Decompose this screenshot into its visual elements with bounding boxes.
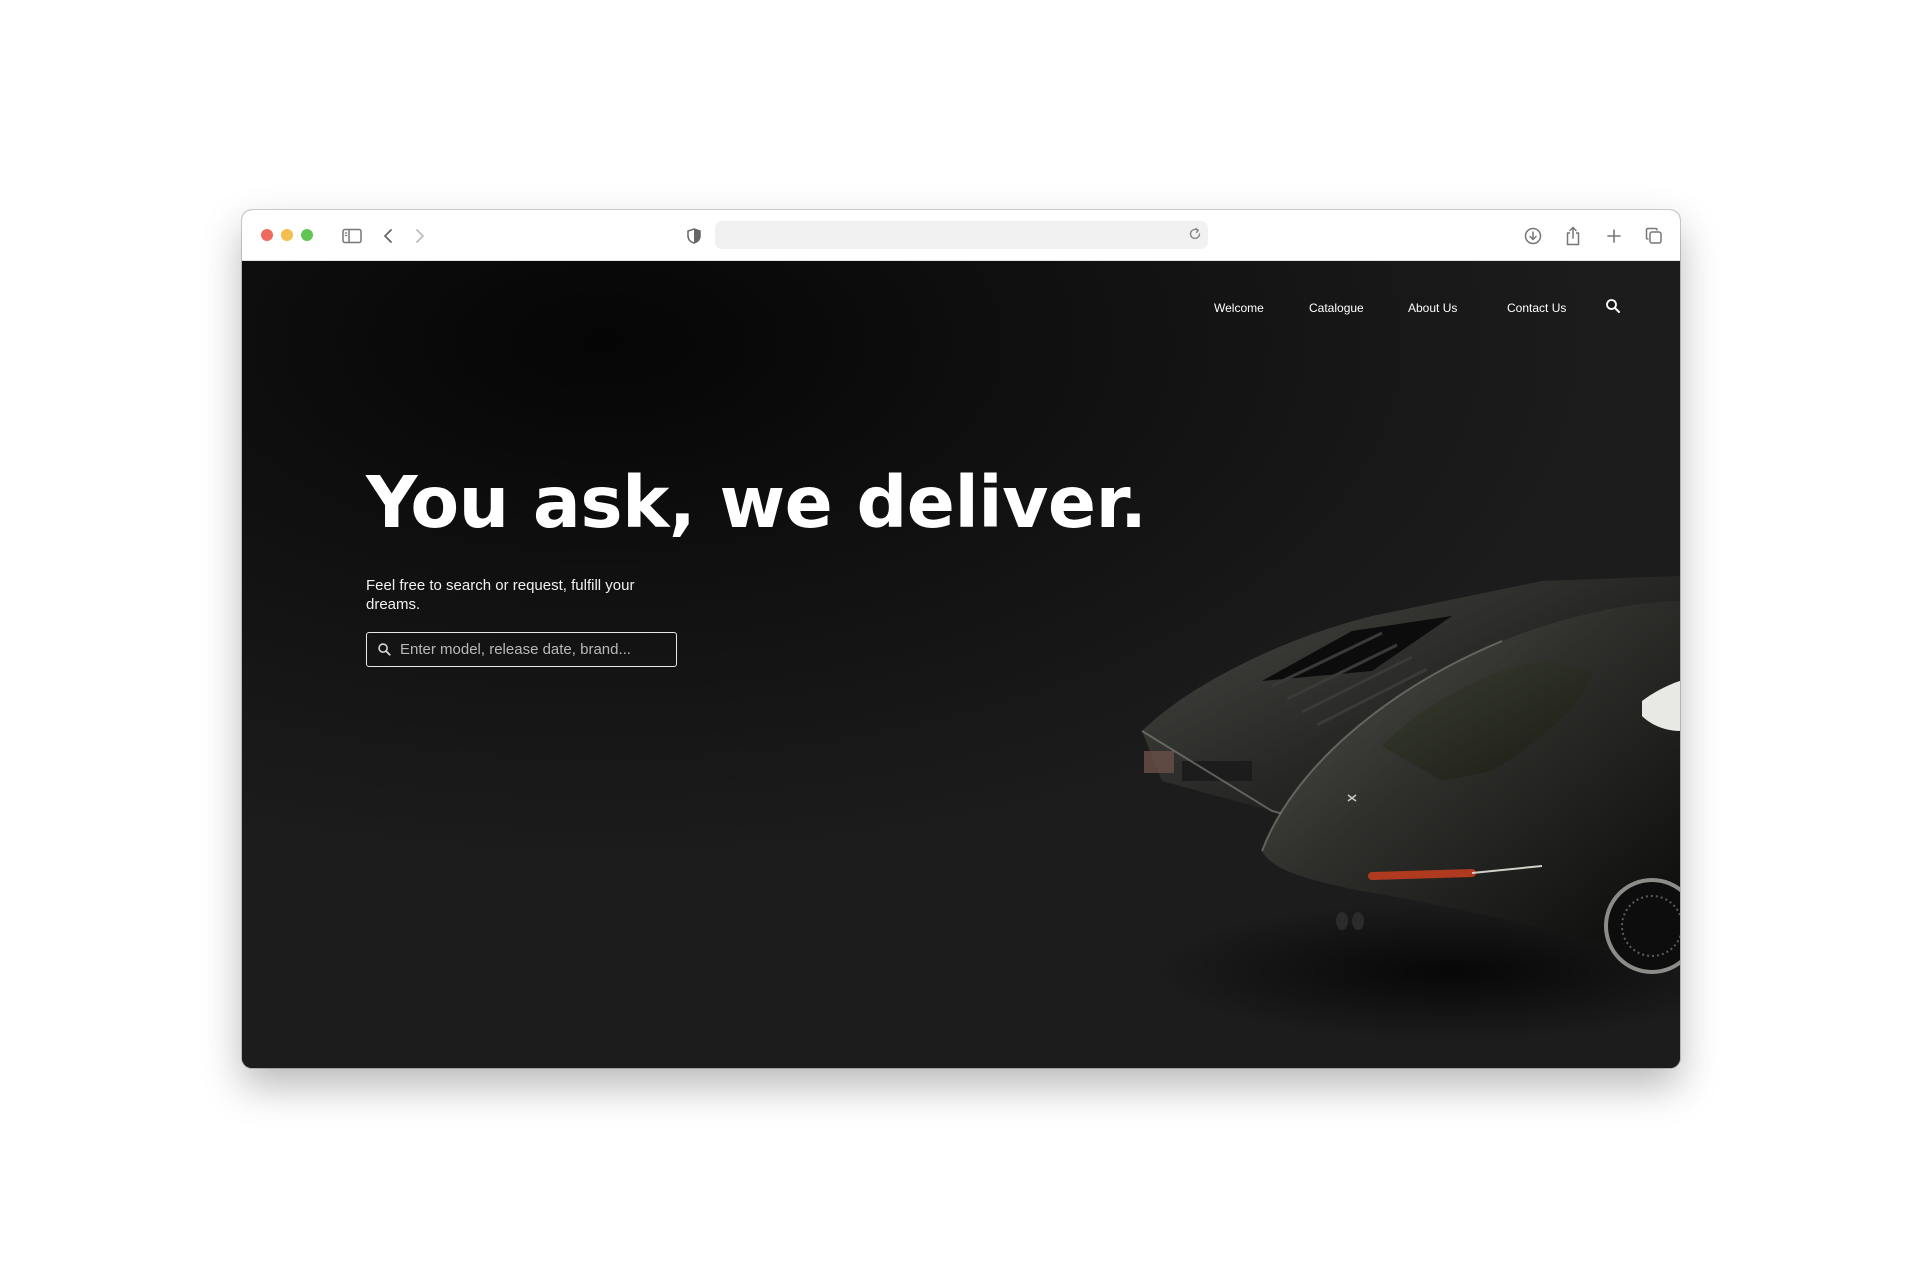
hero-car-image [1141, 576, 1680, 1041]
nav-contact-us[interactable]: Contact Us [1507, 301, 1566, 315]
minimize-window-button[interactable] [281, 229, 293, 241]
download-icon[interactable] [1520, 223, 1546, 249]
hero-search-input[interactable] [400, 633, 670, 666]
back-icon[interactable] [375, 223, 401, 249]
tabs-overview-icon[interactable] [1641, 223, 1667, 249]
address-bar[interactable] [715, 221, 1208, 249]
search-icon [377, 642, 392, 662]
forward-icon[interactable] [407, 223, 433, 249]
share-icon[interactable] [1560, 223, 1586, 249]
reload-icon[interactable] [1188, 227, 1202, 246]
zoom-window-button[interactable] [301, 229, 313, 241]
shield-icon[interactable] [681, 223, 707, 249]
main-nav: Welcome Catalogue About Us Contact Us [242, 298, 1680, 321]
hero-search-box[interactable] [366, 632, 677, 667]
hero-subtitle: Feel free to search or request, fulfill … [366, 577, 635, 613]
close-window-button[interactable] [261, 229, 273, 241]
sidebar-icon[interactable] [339, 223, 365, 249]
browser-toolbar [242, 210, 1680, 261]
nav-catalogue[interactable]: Catalogue [1309, 301, 1364, 315]
hero-title: You ask, we deliver. [366, 461, 1147, 544]
new-tab-icon[interactable] [1601, 223, 1627, 249]
search-icon[interactable] [1605, 298, 1621, 319]
nav-about-us[interactable]: About Us [1408, 301, 1457, 315]
browser-window: Welcome Catalogue About Us Contact Us Yo… [242, 210, 1680, 1068]
hero-section: Welcome Catalogue About Us Contact Us Yo… [242, 261, 1680, 1068]
nav-welcome[interactable]: Welcome [1214, 301, 1264, 315]
